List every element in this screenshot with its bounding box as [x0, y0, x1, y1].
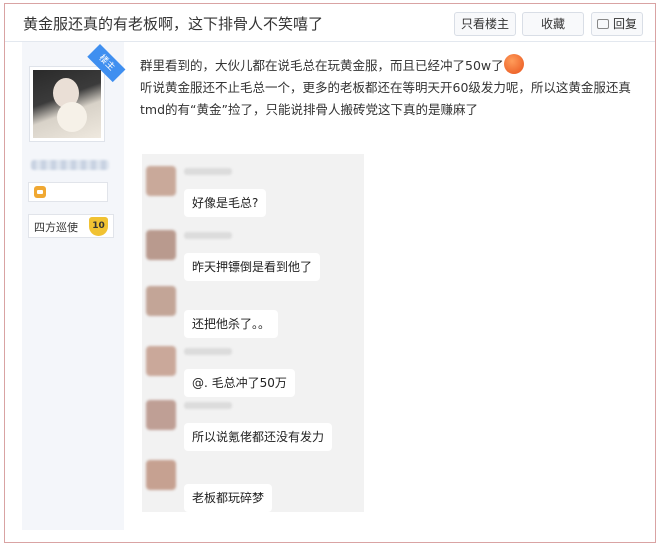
- reply-button-label: 回复: [612, 17, 637, 31]
- post-line: tmd的有“黄金”捡了，只能说排骨人搬砖党这下真的是赚麻了: [140, 102, 478, 117]
- chat-bubble: 还把他杀了。。: [184, 310, 279, 338]
- chat-bubble: 老板都玩碎梦: [184, 484, 273, 512]
- thread-title: 黄金服还真的有老板啊，这下排骨人不笑嘻了: [23, 15, 324, 33]
- chat-avatar-blurred: [146, 166, 176, 196]
- avatar-bear: [57, 102, 87, 132]
- chat-name-blurred: [184, 348, 232, 355]
- author-level-box: [28, 182, 108, 202]
- chat-name-blurred: [184, 232, 232, 239]
- angry-face-emoji-icon: [503, 54, 524, 74]
- chat-bubble: 所以说氪佬都还没有发力: [184, 423, 333, 451]
- post-line: 听说黄金服还不止毛总一个，更多的老板都还在等明天开60级发力呢，所以这黄金服还真: [140, 80, 631, 95]
- level-icon: [34, 186, 46, 198]
- chat-avatar-blurred: [146, 230, 176, 260]
- chat-avatar-blurred: [146, 346, 176, 376]
- rank-title: 四方巡使: [34, 221, 78, 234]
- post-line: 群里看到的，大伙儿都在说毛总在玩黄金服，而且已经冲了50w了: [140, 54, 645, 77]
- favorite-button[interactable]: 收藏: [522, 12, 584, 36]
- chat-name-blurred: [184, 168, 232, 175]
- author-rank-box: 四方巡使 10: [28, 214, 114, 238]
- chat-name-blurred: [184, 402, 232, 409]
- thread-header: 黄金服还真的有老板啊，这下排骨人不笑嘻了 只看楼主 收藏 回复: [5, 4, 655, 42]
- chat-bubble: @. 毛总冲了50万: [184, 369, 295, 397]
- avatar: [33, 70, 101, 138]
- chat-bubble: 好像是毛总?: [184, 189, 267, 217]
- author-sidebar: 楼主 四方巡使 10: [22, 42, 126, 530]
- author-username-blurred[interactable]: [31, 160, 109, 170]
- only-op-button[interactable]: 只看楼主: [454, 12, 516, 36]
- chat-avatar-blurred: [146, 460, 176, 490]
- post-body: 群里看到的，大伙儿都在说毛总在玩黄金服，而且已经冲了50w了 听说黄金服还不止毛…: [140, 54, 645, 121]
- post-frame: 黄金服还真的有老板啊，这下排骨人不笑嘻了 只看楼主 收藏 回复 楼主 四方巡使 …: [4, 3, 656, 543]
- reply-button[interactable]: 回复: [591, 12, 643, 36]
- author-avatar-frame[interactable]: [29, 66, 105, 142]
- reply-icon: [596, 19, 609, 29]
- chat-screenshot-image[interactable]: 好像是毛总? 昨天押镖倒是看到他了 还把他杀了。。 @. 毛总冲了50万 所以说…: [142, 154, 364, 512]
- chat-avatar-blurred: [146, 400, 176, 430]
- rank-level-badge: 10: [89, 217, 108, 236]
- chat-bubble: 昨天押镖倒是看到他了: [184, 253, 321, 281]
- chat-avatar-blurred: [146, 286, 176, 316]
